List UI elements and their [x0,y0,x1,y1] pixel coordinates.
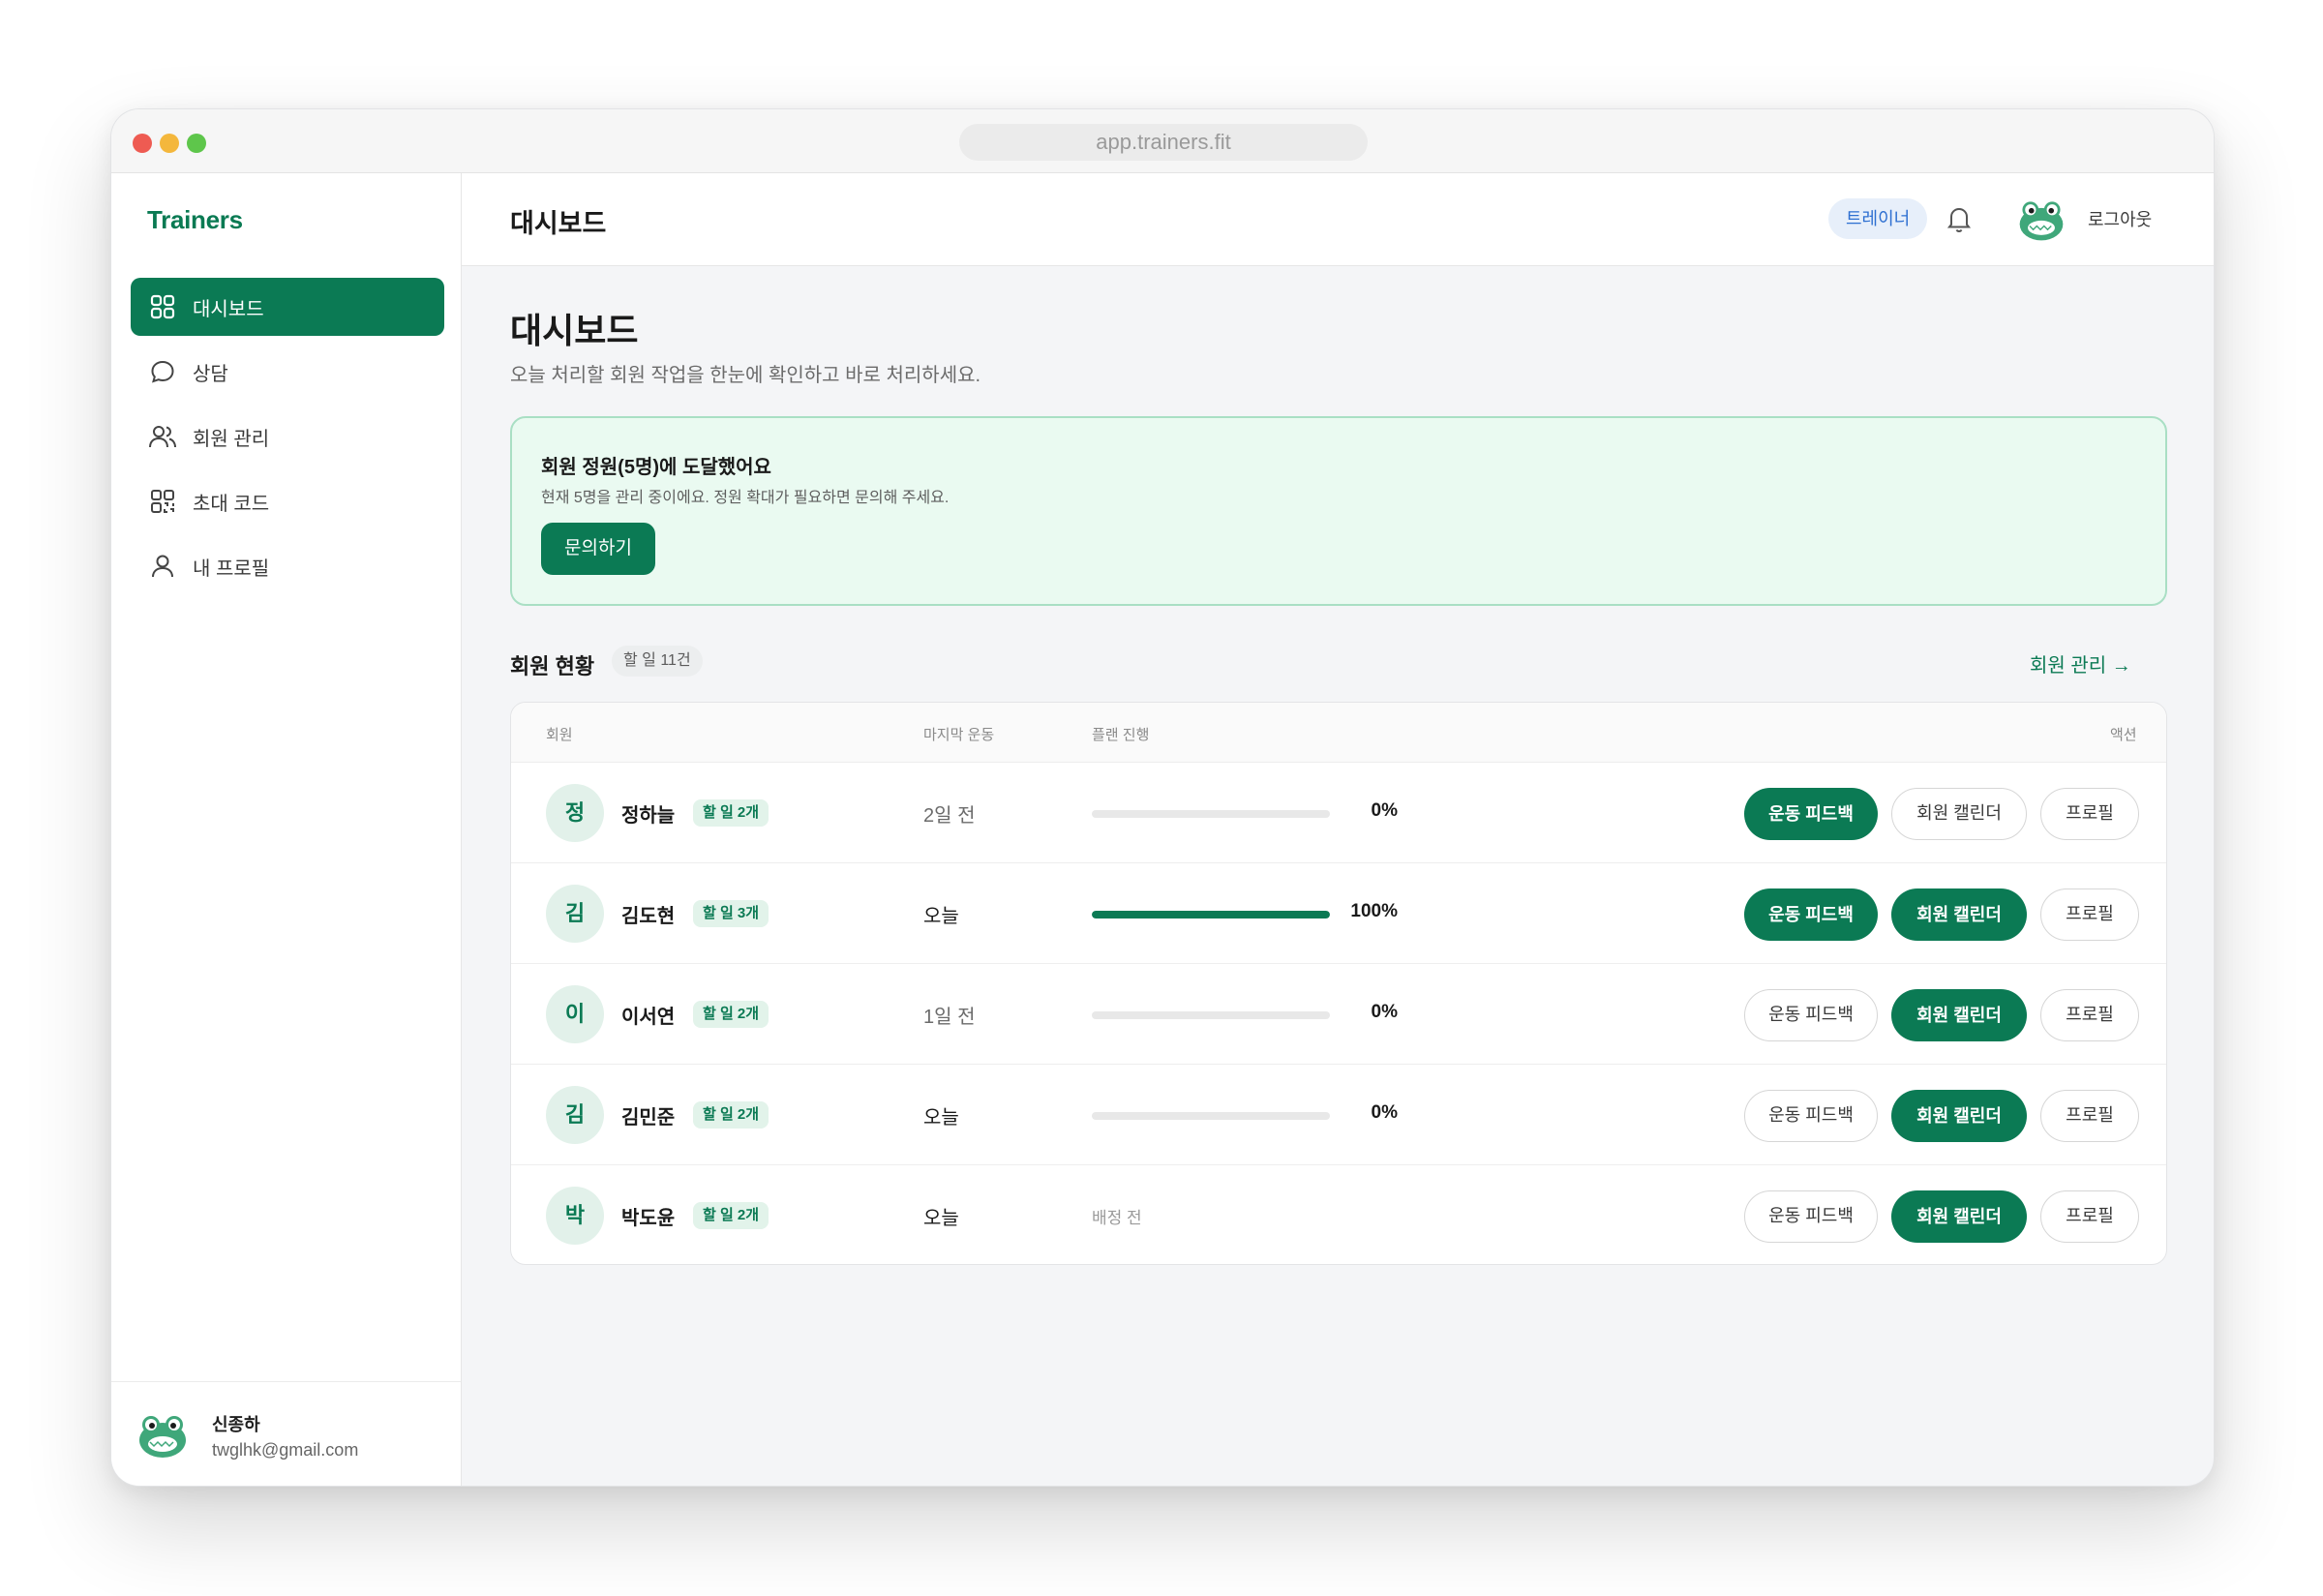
sidebar-item-label: 대시보드 [193,298,264,320]
page-subtitle: 오늘 처리할 회원 작업을 한눈에 확인하고 바로 처리하세요. [510,365,981,386]
plan-progress-percent: 100% [1350,901,1398,921]
profile-button[interactable]: 프로필 [2040,788,2139,840]
plan-progress-percent: 0% [1371,800,1398,821]
sidebar-item-label: 초대 코드 [193,493,270,515]
todo-badge: 할 일 3개 [693,900,769,927]
plan-progress-percent: 0% [1371,1102,1398,1123]
member-calendar-button[interactable]: 회원 캘린더 [1891,1090,2027,1142]
member-name[interactable]: 이서연 [621,1001,675,1029]
page-title: 대시보드 [510,311,639,350]
notice-description: 현재 5명을 관리 중이에요. 정원 확대가 필요하면 문의해 주세요. [541,490,950,506]
plan-progress-bar [1092,810,1330,818]
table-header: 회원 마지막 운동 플랜 진행 액션 [511,703,2166,763]
sidebar-item-label: 내 프로필 [193,557,270,580]
header-title: 대시보드 [510,209,607,238]
members-table: 회원 마지막 운동 플랜 진행 액션 정 정하늘 할 일 2개 2일 전 0% 운동 피드… [510,702,2167,1265]
profile-button[interactable]: 프로필 [2040,888,2139,941]
notice-title: 회원 정원(5명)에 도달했어요 [541,457,771,478]
member-name[interactable]: 김도현 [621,900,675,928]
sidebar-user-card[interactable]: 신종하 twglhk@gmail.com [111,1381,461,1486]
minimize-window-button[interactable] [160,134,179,153]
qr-code-icon [148,487,177,516]
member-avatar: 박 [546,1187,604,1245]
member-name[interactable]: 박도윤 [621,1202,675,1230]
sidebar-item-invite-code[interactable]: 초대 코드 [131,472,444,530]
close-window-button[interactable] [133,134,152,153]
workout-feedback-button[interactable]: 운동 피드백 [1744,989,1878,1041]
brand-logo[interactable]: Trainers [147,205,243,235]
profile-button[interactable]: 프로필 [2040,1090,2139,1142]
member-management-link[interactable]: 회원 관리 → [2030,649,2131,678]
sidebar-item-label: 회원 관리 [193,428,270,450]
browser-window: app.trainers.fit Trainers 대시보드 상담 회원 관리 … [110,108,2215,1487]
plan-status: 배정 전 [1092,1209,1142,1227]
url-bar[interactable]: app.trainers.fit [959,124,1368,161]
table-row: 정 정하늘 할 일 2개 2일 전 0% 운동 피드백 회원 캘린더 프로필 [511,763,2166,863]
table-row: 이 이서연 할 일 2개 1일 전 0% 운동 피드백 회원 캘린더 프로필 [511,964,2166,1065]
main-content: 대시보드 오늘 처리할 회원 작업을 한눈에 확인하고 바로 처리하세요. 회원… [462,266,2214,1486]
column-header-actions: 액션 [2110,727,2137,743]
avatar[interactable] [2015,194,2067,246]
logout-button[interactable]: 로그아웃 [2088,206,2152,231]
member-calendar-button[interactable]: 회원 캘린더 [1891,1190,2027,1243]
todo-badge: 할 일 2개 [693,1001,769,1028]
profile-button[interactable]: 프로필 [2040,1190,2139,1243]
chat-bubble-icon [148,357,177,386]
capacity-notice: 회원 정원(5명)에 도달했어요 현재 5명을 관리 중이에요. 정원 확대가 … [510,416,2167,606]
plan-progress-bar [1092,1011,1330,1019]
plan-progress-bar [1092,1112,1330,1120]
maximize-window-button[interactable] [187,134,206,153]
sidebar-item-consultation[interactable]: 상담 [131,343,444,401]
column-header-member: 회원 [546,727,573,743]
last-workout: 2일 전 [923,805,976,827]
avatar [135,1407,191,1463]
member-avatar: 김 [546,1086,604,1144]
member-calendar-button[interactable]: 회원 캘린더 [1891,888,2027,941]
users-icon [148,422,177,451]
todo-count-badge: 할 일 11건 [612,646,703,677]
sidebar-item-dashboard[interactable]: 대시보드 [131,278,444,336]
workout-feedback-button[interactable]: 운동 피드백 [1744,1190,1878,1243]
last-workout: 1일 전 [923,1007,976,1028]
table-row: 김 김도현 할 일 3개 오늘 100% 운동 피드백 회원 캘린더 프로필 [511,863,2166,964]
workout-feedback-button[interactable]: 운동 피드백 [1744,888,1878,941]
user-icon [148,552,177,581]
member-name[interactable]: 정하늘 [621,799,675,828]
browser-titlebar: app.trainers.fit [111,109,2214,173]
plan-progress-bar [1092,911,1330,918]
member-name[interactable]: 김민준 [621,1101,675,1129]
last-workout: 오늘 [923,1208,959,1229]
member-avatar: 김 [546,885,604,943]
workout-feedback-button[interactable]: 운동 피드백 [1744,1090,1878,1142]
user-name: 신종하 [212,1415,260,1434]
todo-badge: 할 일 2개 [693,1202,769,1229]
column-header-last-workout: 마지막 운동 [923,727,995,743]
todo-badge: 할 일 2개 [693,799,769,827]
table-row: 박 박도윤 할 일 2개 오늘 배정 전 운동 피드백 회원 캘린더 프로필 [511,1165,2166,1264]
sidebar-item-my-profile[interactable]: 내 프로필 [131,537,444,595]
profile-button[interactable]: 프로필 [2040,989,2139,1041]
last-workout: 오늘 [923,906,959,927]
plan-progress-percent: 0% [1371,1002,1398,1022]
member-calendar-button[interactable]: 회원 캘린더 [1891,989,2027,1041]
sidebar: Trainers 대시보드 상담 회원 관리 초대 코드 내 프로필 신종하 t… [111,173,462,1486]
grid-icon [148,292,177,321]
member-calendar-button[interactable]: 회원 캘린더 [1891,788,2027,840]
header: 대시보드 트레이너 로그아웃 [462,173,2214,266]
column-header-plan-progress: 플랜 진행 [1092,727,1150,743]
workout-feedback-button[interactable]: 운동 피드백 [1744,788,1878,840]
plan-progress-fill [1092,911,1330,918]
sidebar-item-label: 상담 [193,363,228,385]
last-workout: 오늘 [923,1107,959,1129]
todo-badge: 할 일 2개 [693,1101,769,1129]
contact-button[interactable]: 문의하기 [541,523,655,575]
table-row: 김 김민준 할 일 2개 오늘 0% 운동 피드백 회원 캘린더 프로필 [511,1065,2166,1165]
role-badge: 트레이너 [1828,198,1928,239]
member-avatar: 정 [546,784,604,842]
user-email: twglhk@gmail.com [212,1440,359,1460]
sidebar-item-members[interactable]: 회원 관리 [131,407,444,466]
bell-icon[interactable] [1943,202,1976,235]
member-avatar: 이 [546,985,604,1043]
section-title: 회원 현황 [510,654,595,678]
